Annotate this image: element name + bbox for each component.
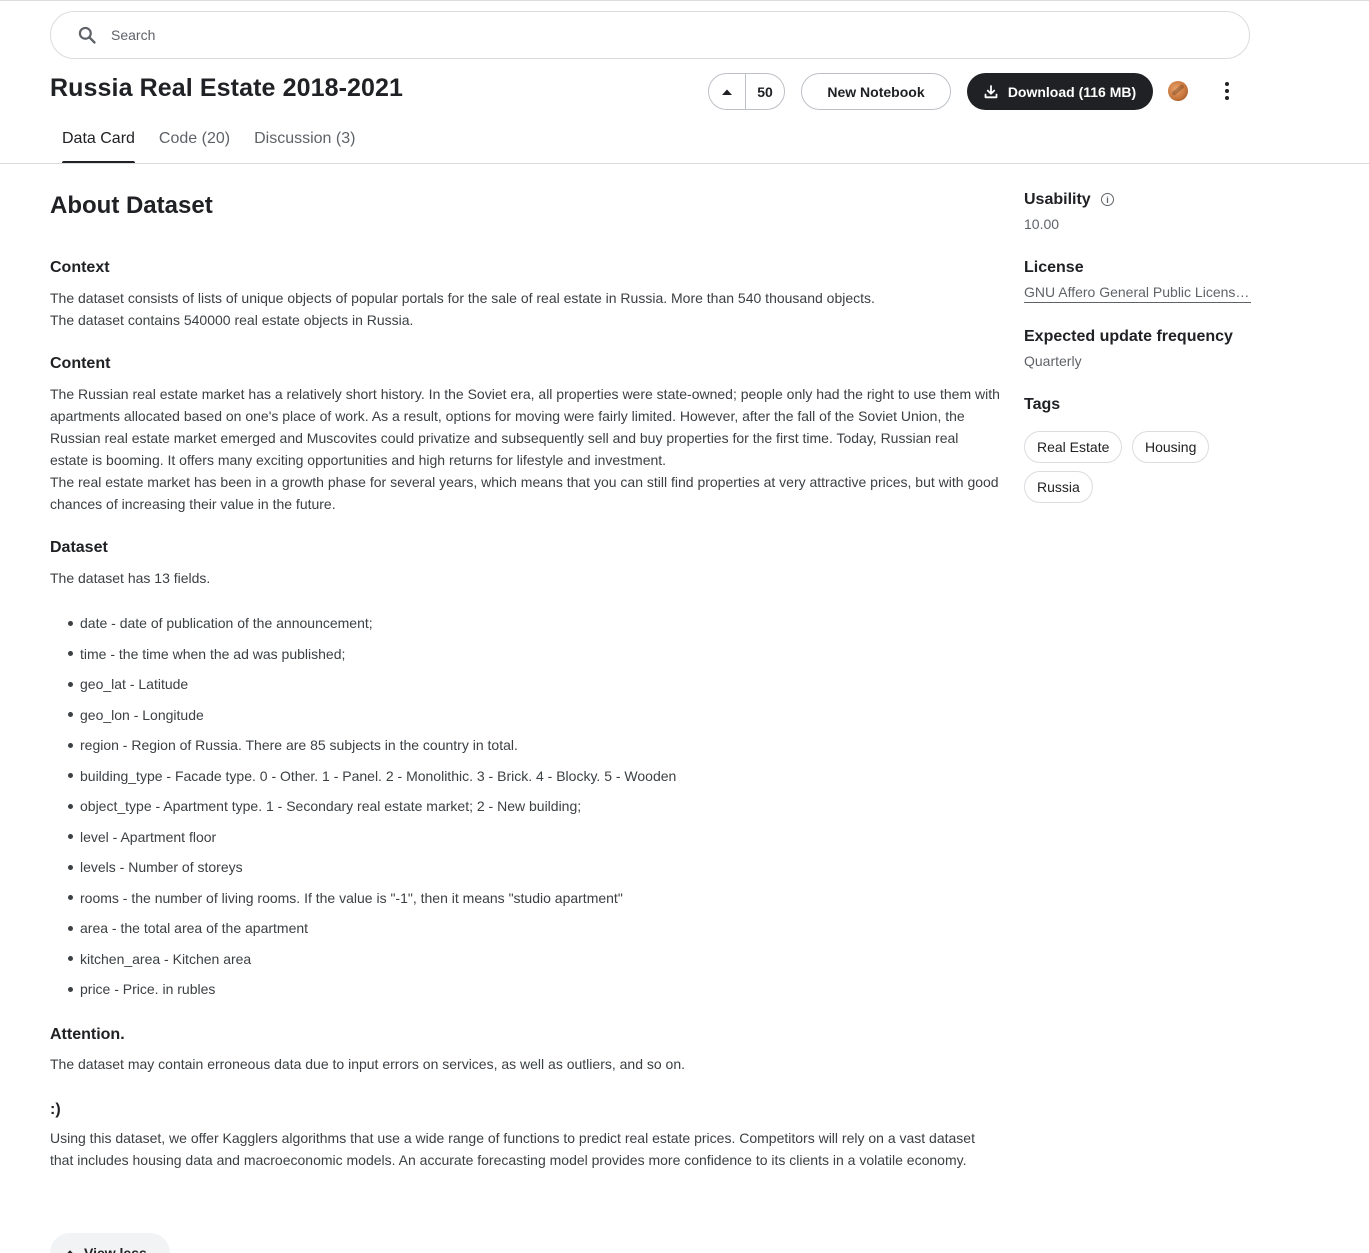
usability-label: Usability xyxy=(1024,191,1091,208)
download-label: Download (116 MB) xyxy=(1007,83,1137,100)
content-heading: Content xyxy=(50,355,111,372)
list-item: time - the time when the ad was publishe… xyxy=(68,639,998,670)
info-icon[interactable]: i xyxy=(1101,193,1114,206)
page-title: Russia Real Estate 2018-2021 xyxy=(50,74,404,102)
vote-count: 50 xyxy=(757,83,773,100)
context-text-2: The dataset contains 540000 real estate … xyxy=(50,312,414,328)
list-item: level - Apartment floor xyxy=(68,822,998,853)
list-item: area - the total area of the apartment xyxy=(68,913,998,944)
list-item: price - Price. in rubles xyxy=(68,974,998,1005)
list-item: object_type - Apartment type. 1 - Second… xyxy=(68,791,998,822)
content-text-2: The real estate market has been in a gro… xyxy=(50,474,999,512)
download-button[interactable]: Download (116 MB) xyxy=(967,73,1153,110)
new-notebook-button[interactable]: New Notebook xyxy=(801,73,951,110)
license-label: License xyxy=(1024,259,1084,276)
search-icon xyxy=(78,26,96,44)
context-text-1: The dataset consists of lists of unique … xyxy=(50,290,875,306)
new-notebook-label: New Notebook xyxy=(827,83,925,100)
upvote-button[interactable] xyxy=(709,74,746,109)
tab-code[interactable]: Code (20) xyxy=(147,120,242,164)
dataset-text: The dataset has 13 fields. xyxy=(50,570,211,586)
tag-housing[interactable]: Housing xyxy=(1132,431,1210,463)
tag-real-estate[interactable]: Real Estate xyxy=(1024,431,1123,463)
list-item: region - Region of Russia. There are 85 … xyxy=(68,730,998,761)
search-input[interactable] xyxy=(111,12,1211,58)
about-heading: About Dataset xyxy=(50,192,213,219)
top-border xyxy=(0,0,1369,3)
tags-label: Tags xyxy=(1024,396,1061,413)
tabs-divider xyxy=(0,163,1369,164)
list-item: kitchen_area - Kitchen area xyxy=(68,944,998,975)
list-item: geo_lat - Latitude xyxy=(68,669,998,700)
smile-text: Using this dataset, we offer Kagglers al… xyxy=(50,1130,975,1168)
search-bar[interactable] xyxy=(50,11,1250,59)
update-frequency-label: Expected update frequency xyxy=(1024,328,1233,345)
fields-list: date - date of publication of the announ… xyxy=(68,608,998,1005)
vote-group: 50 xyxy=(708,73,785,110)
content-text-1: The Russian real estate market has a rel… xyxy=(50,386,1000,468)
download-icon xyxy=(984,84,998,98)
attention-text: The dataset may contain erroneous data d… xyxy=(50,1056,686,1072)
tag-russia[interactable]: Russia xyxy=(1024,471,1093,503)
list-item: building_type - Facade type. 0 - Other. … xyxy=(68,761,998,792)
attention-heading: Attention. xyxy=(50,1026,125,1043)
smile-heading: :) xyxy=(50,1101,61,1118)
license-link[interactable]: GNU Affero General Public License 3.0 xyxy=(1024,284,1251,303)
update-frequency-value: Quarterly xyxy=(1024,353,1082,369)
list-item: levels - Number of storeys xyxy=(68,852,998,883)
view-less-label: View less xyxy=(84,1245,147,1253)
list-item: geo_lon - Longitude xyxy=(68,700,998,731)
tab-data-card[interactable]: Data Card xyxy=(50,120,147,164)
list-item: date - date of publication of the announ… xyxy=(68,608,998,639)
bronze-medal-icon[interactable] xyxy=(1168,81,1188,101)
view-less-button[interactable]: View less xyxy=(50,1233,170,1253)
tab-discussion[interactable]: Discussion (3) xyxy=(242,120,367,164)
tab-bar: Data Card Code (20) Discussion (3) xyxy=(50,120,367,164)
context-heading: Context xyxy=(50,259,110,276)
list-item: rooms - the number of living rooms. If t… xyxy=(68,883,998,914)
usability-value: 10.00 xyxy=(1024,216,1060,232)
caret-up-icon xyxy=(722,89,732,95)
more-vertical-icon[interactable] xyxy=(1216,80,1238,102)
dataset-heading: Dataset xyxy=(50,539,108,556)
